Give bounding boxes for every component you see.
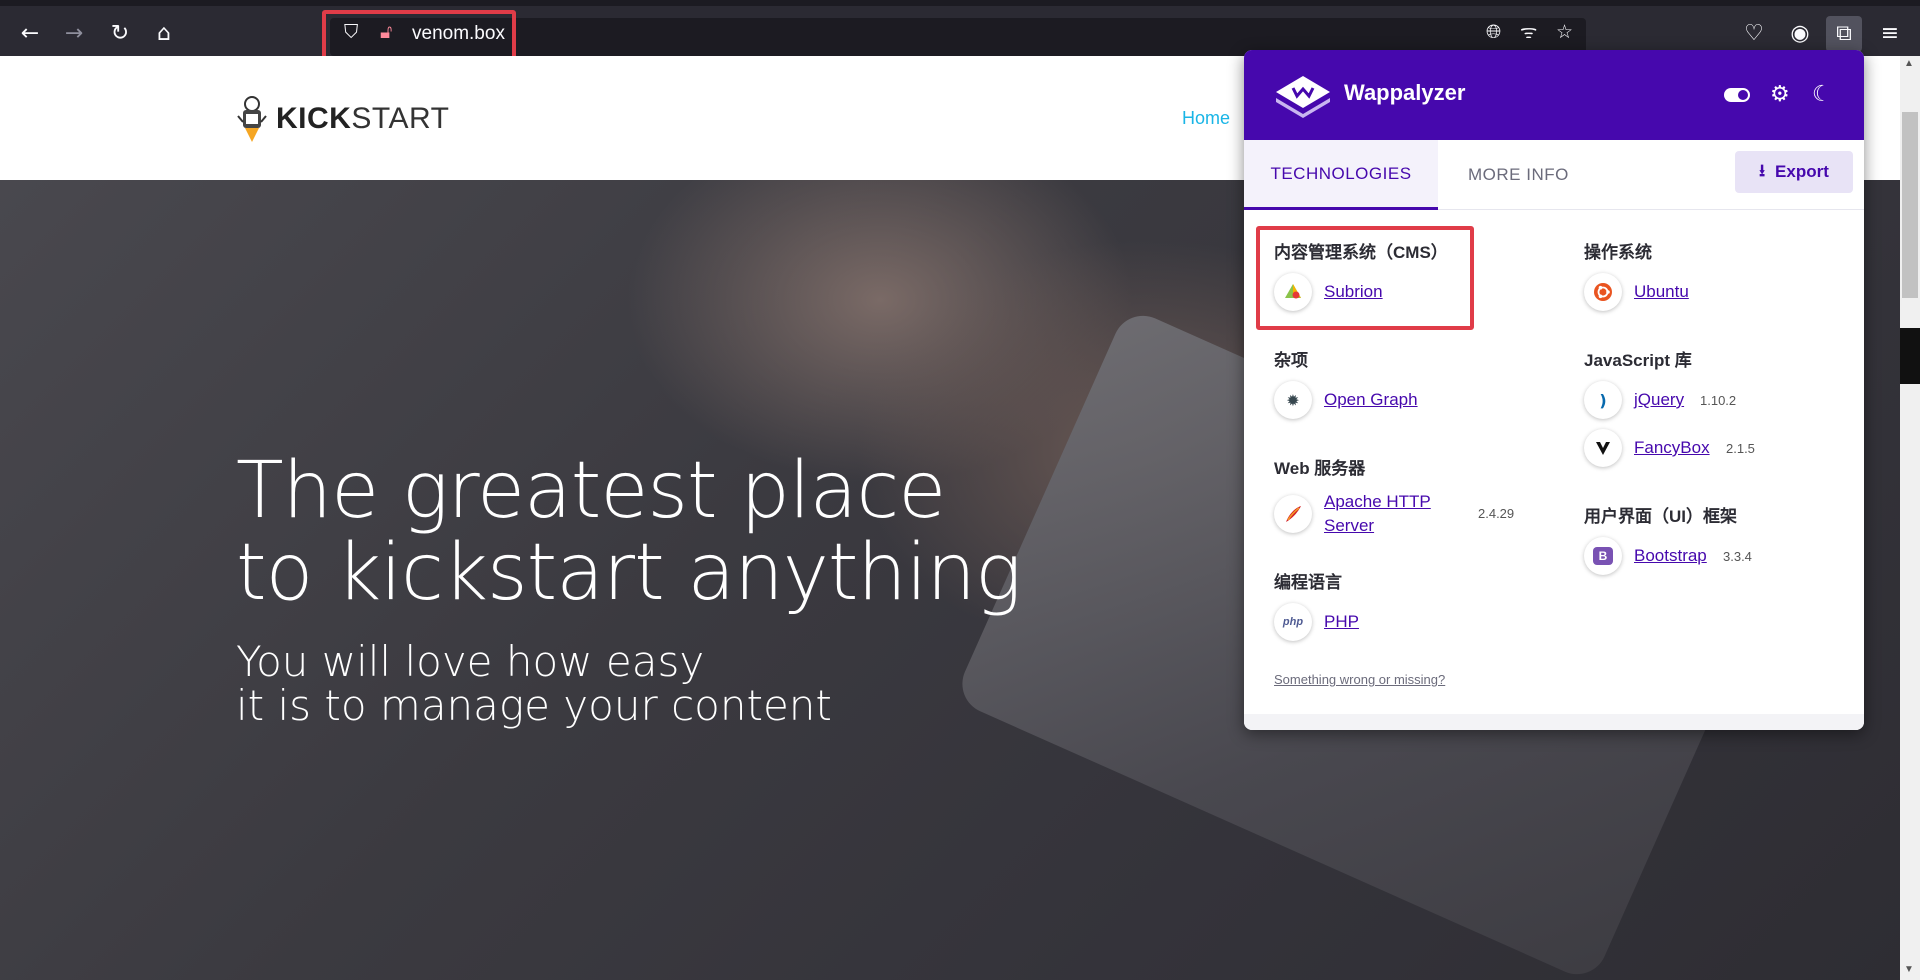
menu-icon[interactable]: ≡ xyxy=(1872,16,1908,52)
tech-version: 2.4.29 xyxy=(1478,506,1515,521)
scroll-up-icon[interactable]: ▲ xyxy=(1904,58,1914,69)
wappalyzer-title: Wappalyzer xyxy=(1344,80,1466,105)
tech-open-graph[interactable]: ✹ Open Graph xyxy=(1274,380,1418,420)
scroll-thumb[interactable] xyxy=(1902,112,1918,298)
star-icon[interactable]: ☆ xyxy=(1556,23,1573,42)
nav-home-link[interactable]: Home xyxy=(1182,108,1230,129)
popup-footer xyxy=(1244,714,1864,730)
tech-bootstrap[interactable]: B Bootstrap xyxy=(1584,536,1707,576)
toggle-switch[interactable] xyxy=(1724,88,1750,102)
php-icon: php xyxy=(1274,603,1312,641)
tech-name[interactable]: Ubuntu xyxy=(1634,282,1689,302)
open-graph-icon: ✹ xyxy=(1274,381,1312,419)
category-os: 操作系统 xyxy=(1584,243,1652,262)
wappalyzer-logo-icon xyxy=(1276,76,1330,118)
wappalyzer-header: Wappalyzer ⚙ ☾ xyxy=(1244,50,1864,140)
tech-fancybox[interactable]: FancyBox xyxy=(1584,428,1710,468)
something-wrong-link[interactable]: Something wrong or missing? xyxy=(1274,672,1445,687)
tech-name[interactable]: PHP xyxy=(1324,612,1359,632)
tech-name[interactable]: Bootstrap xyxy=(1634,546,1707,566)
hero-heading: The greatest place to kickstart anything xyxy=(236,446,1022,618)
tech-php[interactable]: php PHP xyxy=(1274,602,1359,642)
category-programming-language: 编程语言 xyxy=(1274,573,1342,592)
wappalyzer-popup: Wappalyzer ⚙ ☾ TECHNOLOGIES MORE INFO ⭳ … xyxy=(1244,50,1864,730)
tab-technologies[interactable]: TECHNOLOGIES xyxy=(1244,140,1438,210)
logo-text: KICKSTART xyxy=(276,102,450,135)
tech-version: 1.10.2 xyxy=(1700,393,1737,408)
pocket-icon[interactable]: ♡ xyxy=(1736,16,1772,52)
hero-subheading: You will love how easy it is to manage y… xyxy=(236,637,832,730)
tab-more-info[interactable]: MORE INFO xyxy=(1468,140,1569,210)
jquery-icon: ) xyxy=(1584,381,1622,419)
tech-version: 2.1.5 xyxy=(1726,441,1755,456)
fancybox-icon xyxy=(1584,429,1622,467)
gear-icon[interactable]: ⚙ xyxy=(1770,84,1790,106)
tech-apache[interactable]: Apache HTTP Server xyxy=(1274,490,1431,538)
reload-icon[interactable]: ↻ xyxy=(102,16,138,52)
tech-name[interactable]: jQuery xyxy=(1634,390,1684,410)
tech-name[interactable]: Open Graph xyxy=(1324,390,1418,410)
category-ui-framework: 用户界面（UI）框架 xyxy=(1584,507,1737,526)
tech-name[interactable]: Apache HTTP Server xyxy=(1324,490,1431,538)
download-icon: ⭳ xyxy=(1759,160,1766,181)
scroll-down-icon[interactable]: ▼ xyxy=(1904,964,1914,975)
site-logo[interactable]: KICKSTART xyxy=(236,94,449,144)
ubuntu-icon xyxy=(1584,273,1622,311)
category-web-server: Web 服务器 xyxy=(1274,459,1366,478)
cms-highlight-box xyxy=(1256,226,1474,330)
category-javascript-library: JavaScript 库 xyxy=(1584,351,1692,370)
moon-icon[interactable]: ☾ xyxy=(1812,84,1832,106)
tech-name[interactable]: FancyBox xyxy=(1634,438,1710,458)
fingerprint-icon[interactable]: ᯤ xyxy=(1520,23,1537,42)
globe-icon[interactable]: 🌐︎ xyxy=(1486,23,1501,42)
tech-jquery[interactable]: ) jQuery xyxy=(1584,380,1684,420)
export-button[interactable]: ⭳ Export xyxy=(1735,151,1853,193)
account-icon[interactable]: ◉ xyxy=(1782,16,1818,52)
rocket-logo-icon xyxy=(237,96,267,142)
url-highlight-box xyxy=(322,10,516,60)
home-icon[interactable]: ⌂ xyxy=(146,16,182,52)
tech-version: 3.3.4 xyxy=(1723,549,1752,564)
apache-feather-icon xyxy=(1274,495,1312,533)
bootstrap-icon: B xyxy=(1584,537,1622,575)
category-misc: 杂项 xyxy=(1274,351,1308,370)
back-arrow-icon[interactable]: ← xyxy=(12,16,48,52)
browser-toolbar: ← → ↻ ⌂ ⛉ 🔓︎ venom.box 🌐︎ ᯤ ☆ ♡ ◉ ⧉ ≡ xyxy=(0,0,1920,60)
side-widget[interactable] xyxy=(1900,328,1920,384)
extensions-icon[interactable]: ⧉ xyxy=(1826,16,1862,52)
forward-arrow-icon[interactable]: → xyxy=(56,16,92,52)
tech-ubuntu[interactable]: Ubuntu xyxy=(1584,272,1689,312)
